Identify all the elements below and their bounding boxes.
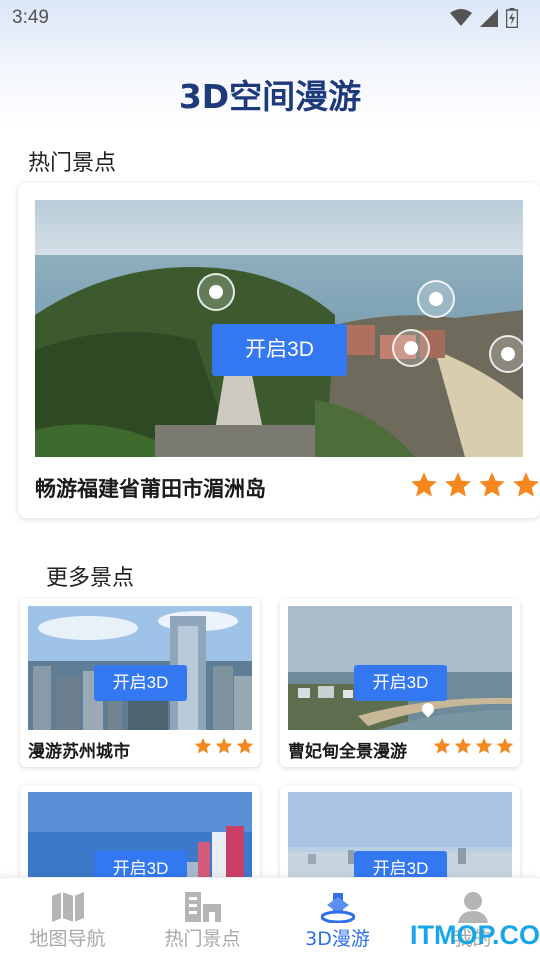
star-icon <box>433 737 451 754</box>
featured-spot-card[interactable]: 开启3D 畅游福建省莆田市湄洲岛 <box>18 183 540 518</box>
spot-card[interactable]: 开启3D 漫游苏州城市 <box>20 599 260 767</box>
wifi-icon <box>450 9 472 26</box>
star-icon <box>475 737 493 754</box>
watermark: ITMOP.COM <box>410 920 540 950</box>
battery-icon <box>506 8 518 28</box>
star-icon <box>445 472 471 497</box>
status-bar: 3:49 <box>0 0 540 36</box>
star-icon <box>513 472 539 497</box>
more-section-title: 更多景点 <box>46 566 135 591</box>
star-icon <box>479 472 505 497</box>
3d-tour-icon <box>320 890 355 924</box>
spot-name: 曹妃甸全景漫游 <box>288 742 407 762</box>
page-title: 3D空间漫游 <box>178 77 362 116</box>
user-icon <box>457 890 488 924</box>
spot-card[interactable]: 开启3D 曹妃甸全景漫游 <box>280 599 520 767</box>
status-time: 3:49 <box>12 7 49 28</box>
spot-name: 漫游苏州城市 <box>28 742 130 762</box>
star-icon <box>194 737 212 754</box>
spot-rating <box>194 737 254 755</box>
nav-label: 3D漫游 <box>305 928 370 950</box>
status-icons <box>450 8 518 28</box>
nav-label: 热门景点 <box>164 928 241 950</box>
spot-image: 开启3D <box>288 606 512 730</box>
star-icon <box>496 737 514 754</box>
hotspot-marker[interactable] <box>417 280 455 318</box>
featured-spot-name: 畅游福建省莆田市湄洲岛 <box>35 477 266 501</box>
open-3d-button[interactable]: 开启3D <box>354 665 447 701</box>
nav-tab-hot-spots[interactable]: 热门景点 <box>135 878 270 960</box>
hotspot-marker[interactable] <box>197 273 235 311</box>
building-icon <box>184 890 221 924</box>
star-icon <box>411 472 437 497</box>
app-screen: 3:49 3D空间漫游 热门景点 开启3D 畅游福建省莆田市湄洲岛 更多景点 开… <box>0 0 540 960</box>
nav-label: 地图导航 <box>29 928 106 950</box>
star-icon <box>215 737 233 754</box>
star-icon <box>454 737 472 754</box>
spot-image: 开启3D <box>28 606 252 730</box>
nav-tab-3d-tour[interactable]: 3D漫游 <box>270 878 405 960</box>
hotspot-marker[interactable] <box>392 329 430 367</box>
hot-section-title: 热门景点 <box>28 151 117 176</box>
featured-spot-image: 开启3D <box>35 200 523 457</box>
hotspot-marker[interactable] <box>489 335 523 373</box>
spot-rating <box>433 737 514 755</box>
signal-icon <box>480 9 498 27</box>
nav-tab-map[interactable]: 地图导航 <box>0 878 135 960</box>
featured-open-3d-button[interactable]: 开启3D <box>212 324 347 376</box>
map-icon <box>51 890 84 924</box>
star-icon <box>236 737 254 754</box>
featured-rating <box>410 471 540 499</box>
open-3d-button[interactable]: 开启3D <box>94 665 187 701</box>
